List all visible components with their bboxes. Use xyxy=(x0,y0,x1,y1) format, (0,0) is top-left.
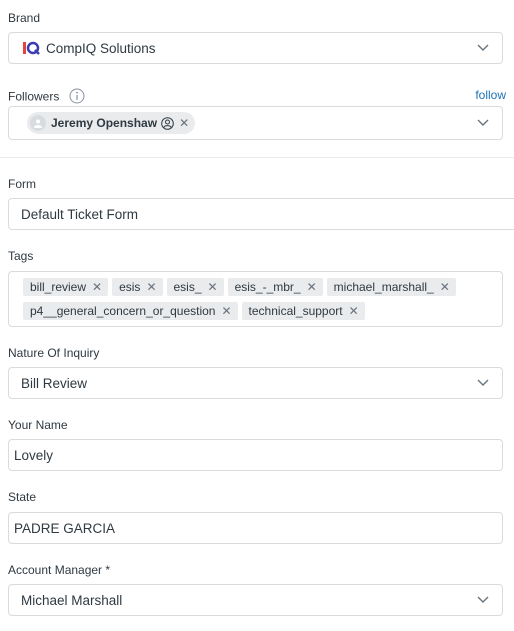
remove-tag-close-icon[interactable]: ✕ xyxy=(208,280,218,294)
account-manager-select[interactable]: Michael Marshall xyxy=(8,584,503,616)
tags-label: Tags xyxy=(8,249,34,263)
nature-of-inquiry-select[interactable]: Bill Review xyxy=(8,367,503,399)
your-name-value: Lovely xyxy=(14,447,54,463)
info-icon[interactable] xyxy=(69,88,85,107)
follower-name: Jeremy Openshaw xyxy=(51,116,158,130)
tag-chip: bill_review ✕ xyxy=(23,278,109,296)
remove-follower-close-icon[interactable]: ✕ xyxy=(179,116,189,130)
chevron-down-icon xyxy=(477,379,489,387)
tags-row: bill_review ✕ esis ✕ esis_ ✕ esis_-_mbr_ ✕ m… xyxy=(23,278,502,296)
follow-link[interactable]: follow xyxy=(475,88,506,102)
user-circle-icon xyxy=(161,116,174,130)
followers-label: Followers xyxy=(8,88,85,107)
chevron-down-icon xyxy=(477,119,489,127)
state-value: PADRE GARCIA xyxy=(14,520,116,536)
brand-value: CompIQ Solutions xyxy=(46,40,156,56)
tag-chip: esis_ ✕ xyxy=(166,278,224,296)
tag-chip: michael_marshall_ ✕ xyxy=(326,278,456,296)
nature-of-inquiry-label: Nature Of Inquiry xyxy=(8,346,100,360)
account-manager-label: Account Manager * xyxy=(8,563,111,577)
state-label: State xyxy=(8,490,37,504)
form-label: Form xyxy=(8,177,36,191)
tag-chip: esis_-_mbr_ ✕ xyxy=(227,278,323,296)
chevron-down-icon xyxy=(477,44,489,52)
remove-tag-close-icon[interactable]: ✕ xyxy=(92,280,102,294)
state-input[interactable]: PADRE GARCIA xyxy=(8,512,503,544)
tags-field[interactable]: bill_review ✕ esis ✕ esis_ ✕ esis_-_mbr_ ✕ m… xyxy=(8,271,503,327)
form-select[interactable]: Default Ticket Form xyxy=(8,198,514,230)
tag-chip: p4__general_concern_or_question ✕ xyxy=(23,302,238,320)
chevron-down-icon xyxy=(477,596,489,604)
account-manager-value: Michael Marshall xyxy=(21,592,123,608)
remove-tag-close-icon[interactable]: ✕ xyxy=(146,280,156,294)
remove-tag-close-icon[interactable]: ✕ xyxy=(349,304,359,318)
tags-row: p4__general_concern_or_question ✕ technic… xyxy=(23,302,502,320)
tag-chip: esis ✕ xyxy=(112,278,163,296)
tag-chip: technical_support ✕ xyxy=(241,302,365,320)
your-name-label: Your Name xyxy=(8,418,68,432)
remove-tag-close-icon[interactable]: ✕ xyxy=(221,304,231,318)
nature-of-inquiry-value: Bill Review xyxy=(21,375,88,391)
form-value: Default Ticket Form xyxy=(21,206,139,222)
section-divider xyxy=(0,157,514,158)
brand-select[interactable]: CompIQ Solutions xyxy=(8,32,503,64)
follower-chip: Jeremy Openshaw ✕ xyxy=(27,112,196,134)
remove-tag-close-icon[interactable]: ✕ xyxy=(440,280,450,294)
remove-tag-close-icon[interactable]: ✕ xyxy=(307,280,317,294)
followers-field[interactable]: Jeremy Openshaw ✕ xyxy=(8,106,503,140)
brand-label: Brand xyxy=(8,11,41,25)
compiq-logo-icon xyxy=(22,41,40,55)
avatar xyxy=(30,115,46,131)
your-name-input[interactable]: Lovely xyxy=(8,439,503,471)
